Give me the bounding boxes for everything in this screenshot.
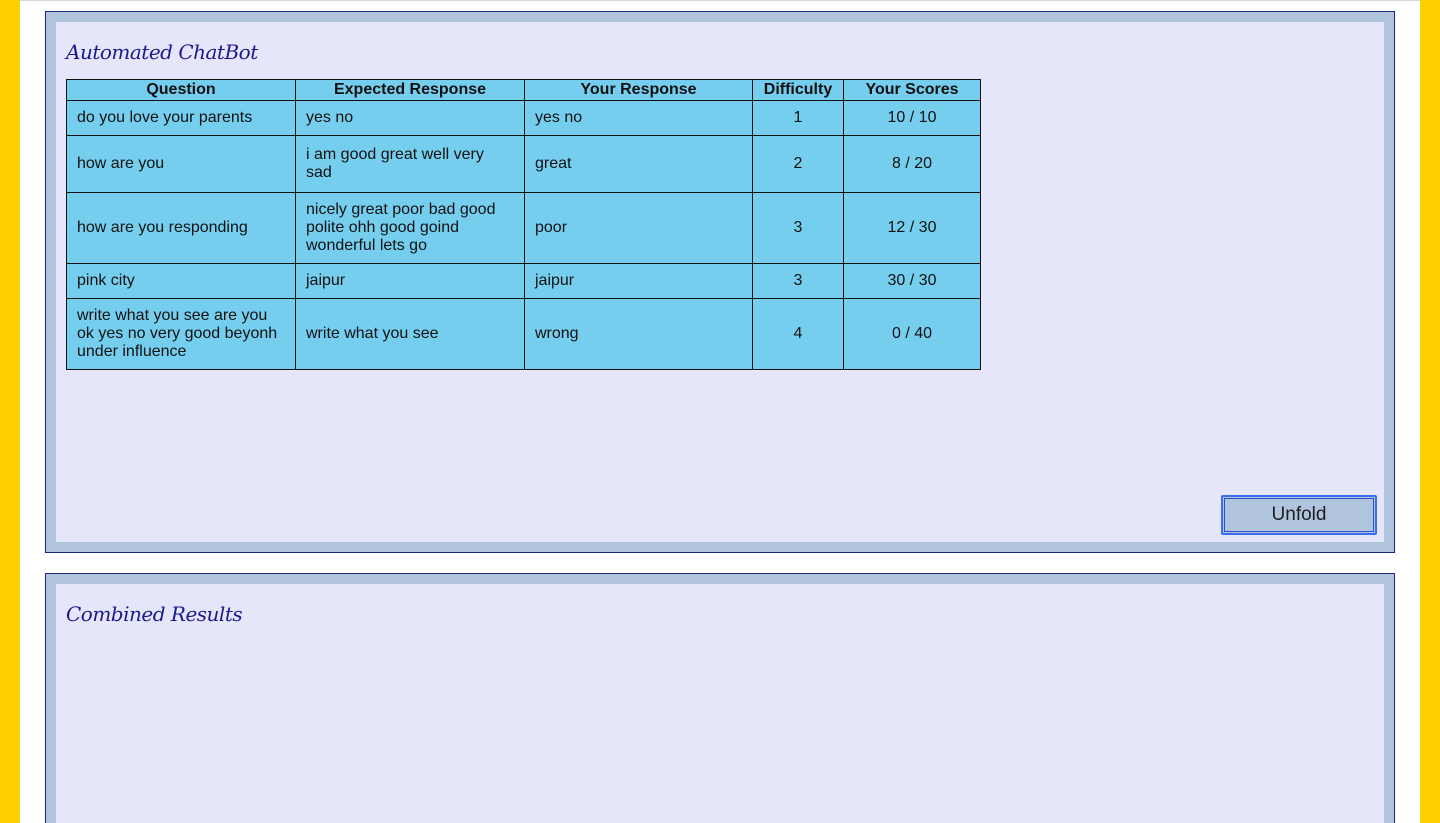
column-header-difficulty: Difficulty (752, 79, 844, 101)
difficulty-cell: 3 (752, 263, 844, 299)
unfold-button[interactable]: Unfold (1221, 495, 1377, 535)
column-header-your-scores: Your Scores (843, 79, 981, 101)
expected-response-cell: yes no (295, 100, 525, 136)
combined-results-panel: Combined Results (45, 573, 1395, 823)
table-row: how are you responding nicely great poor… (66, 192, 981, 264)
score-cell: 0 / 40 (843, 298, 981, 370)
table-header-row: Question Expected Response Your Response… (66, 79, 981, 101)
your-response-cell: wrong (524, 298, 753, 370)
combined-results-panel-body: Combined Results (56, 584, 1384, 823)
table-row: how are you i am good great well very sa… (66, 135, 981, 193)
right-side-bar (1420, 0, 1440, 823)
difficulty-cell: 3 (752, 192, 844, 264)
difficulty-cell: 2 (752, 135, 844, 193)
chatbot-panel-title: Automated ChatBot (66, 40, 258, 64)
expected-response-cell: write what you see (295, 298, 525, 370)
your-response-cell: great (524, 135, 753, 193)
expected-response-cell: nicely great poor bad good polite ohh go… (295, 192, 525, 264)
score-cell: 30 / 30 (843, 263, 981, 299)
expected-response-cell: jaipur (295, 263, 525, 299)
combined-results-title: Combined Results (66, 602, 243, 626)
table-row: do you love your parents yes no yes no 1… (66, 100, 981, 136)
your-response-cell: jaipur (524, 263, 753, 299)
your-response-cell: yes no (524, 100, 753, 136)
question-cell: pink city (66, 263, 296, 299)
difficulty-cell: 4 (752, 298, 844, 370)
question-cell: write what you see are you ok yes no ver… (66, 298, 296, 370)
table-row: write what you see are you ok yes no ver… (66, 298, 981, 370)
column-header-expected-response: Expected Response (295, 79, 525, 101)
question-cell: do you love your parents (66, 100, 296, 136)
column-header-question: Question (66, 79, 296, 101)
page: Automated ChatBot Question Expected Resp… (0, 0, 1440, 823)
results-table: Question Expected Response Your Response… (66, 79, 981, 370)
your-response-cell: poor (524, 192, 753, 264)
question-cell: how are you (66, 135, 296, 193)
top-divider (20, 0, 1420, 1)
expected-response-cell: i am good great well very sad (295, 135, 525, 193)
column-header-your-response: Your Response (524, 79, 753, 101)
question-cell: how are you responding (66, 192, 296, 264)
left-side-bar (0, 0, 20, 823)
chatbot-panel-body: Automated ChatBot Question Expected Resp… (56, 22, 1384, 542)
table-row: pink city jaipur jaipur 3 30 / 30 (66, 263, 981, 299)
score-cell: 12 / 30 (843, 192, 981, 264)
score-cell: 8 / 20 (843, 135, 981, 193)
chatbot-panel: Automated ChatBot Question Expected Resp… (45, 11, 1395, 553)
difficulty-cell: 1 (752, 100, 844, 136)
score-cell: 10 / 10 (843, 100, 981, 136)
